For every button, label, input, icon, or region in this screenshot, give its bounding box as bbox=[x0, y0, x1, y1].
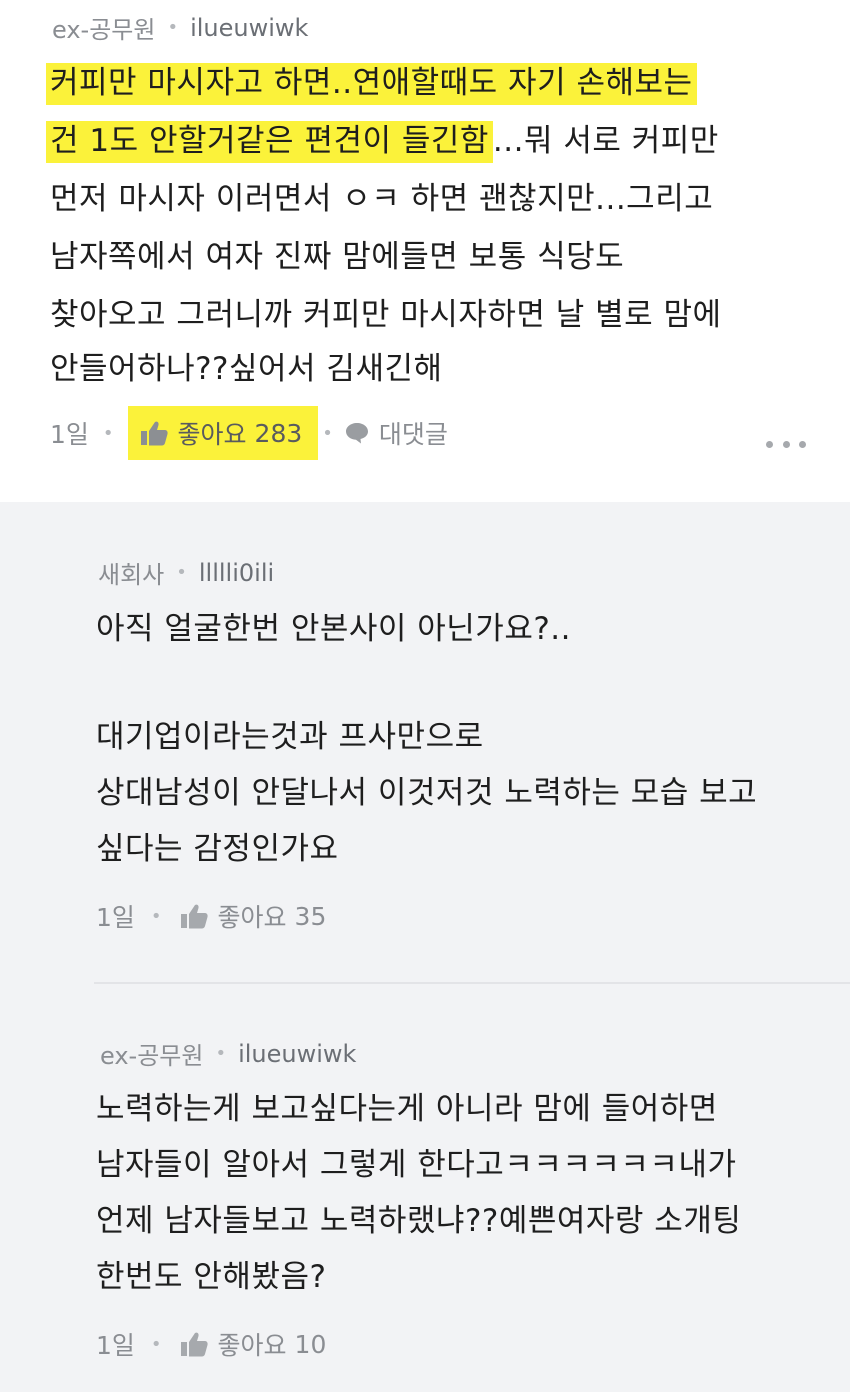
separator-dot: • bbox=[150, 1333, 162, 1355]
like-count: 35 bbox=[294, 901, 327, 931]
comment-text-line: 커피만 마시자고 하면..연애할때도 자기 손해보는 bbox=[46, 54, 697, 112]
like-button[interactable]: 좋아요 10 bbox=[180, 1326, 327, 1362]
reply-time: 1일 bbox=[96, 1331, 135, 1360]
thumbs-up-icon bbox=[180, 1332, 208, 1357]
reply-divider bbox=[94, 982, 850, 984]
author-name[interactable]: llllli0ili bbox=[199, 559, 274, 587]
comment-text-line: 남자쪽에서 여자 진짜 맘에들면 보통 식당도 bbox=[50, 239, 625, 275]
highlighted-text: 건 1도 안할거같은 편견이 들긴함 bbox=[46, 121, 493, 163]
separator-dot: • bbox=[150, 905, 162, 927]
reply-text-line: 남자들이 알아서 그렇게 한다고ㅋㅋㅋㅋㅋㅋ내가 bbox=[96, 1147, 737, 1183]
like-label: 좋아요 bbox=[217, 1331, 287, 1360]
dot bbox=[799, 440, 806, 448]
author-company: 새회사 bbox=[98, 561, 165, 589]
like-button[interactable]: 좋아요 35 bbox=[180, 898, 327, 934]
reply-text-line: 대기업이라는것과 프사만으로 bbox=[96, 719, 484, 755]
reply-text-line: 언제 남자들보고 노력하랬냐??예쁜여자랑 소개팅 bbox=[96, 1203, 742, 1239]
dot bbox=[766, 440, 773, 448]
more-dots-icon[interactable] bbox=[766, 436, 806, 452]
reply-time: 1일 bbox=[96, 903, 135, 932]
author-name[interactable]: ilueuwiwk bbox=[190, 14, 308, 42]
like-count: 10 bbox=[294, 1329, 327, 1359]
reply-label: 대댓글 bbox=[378, 420, 448, 449]
reply-text-line: 아직 얼굴한번 안본사이 아닌가요?.. bbox=[96, 611, 572, 647]
like-label: 좋아요 bbox=[177, 420, 247, 449]
separator-dot: • bbox=[167, 17, 179, 38]
separator-dot: • bbox=[176, 562, 187, 583]
reply-header: ex-공무원 • ilueuwiwk bbox=[100, 1036, 356, 1071]
separator-dot: • bbox=[215, 1043, 227, 1064]
author-company: ex-공무원 bbox=[100, 1042, 204, 1070]
comment-text-line: 건 1도 안할거같은 편견이 들긴함 ...뭐 서로 커피만 bbox=[46, 112, 719, 170]
reply-footer: 1일 • 좋아요 10 bbox=[96, 1326, 326, 1362]
reply-footer: 1일 • 좋아요 35 bbox=[96, 898, 326, 934]
comment-text-line: 먼저 마시자 이러면서 ㅇㅋ 하면 괜찮지만...그리고 bbox=[50, 181, 714, 217]
reply-text-line: 한번도 안해봤음? bbox=[96, 1259, 327, 1295]
comment-text: ...뭐 서로 커피만 bbox=[492, 123, 719, 159]
thumbs-up-icon bbox=[140, 421, 168, 446]
main-comment: ex-공무원 • ilueuwiwk 커피만 마시자고 하면..연애할때도 자기… bbox=[0, 0, 850, 502]
reply-header: 새회사 • llllli0ili bbox=[98, 555, 274, 590]
reply-text-line: 싶다는 감정인가요 bbox=[96, 831, 339, 867]
reply-button[interactable]: 대댓글 bbox=[345, 415, 448, 451]
author-name[interactable]: ilueuwiwk bbox=[238, 1040, 356, 1068]
reply-text-line: 상대남성이 안달나서 이것저것 노력하는 모습 보고 bbox=[96, 775, 758, 811]
like-count: 283 bbox=[254, 418, 303, 448]
thumbs-up-icon bbox=[180, 904, 208, 929]
comment-text-line: 안들어하나??싶어서 김새긴해 bbox=[50, 351, 443, 387]
separator-dot: • bbox=[102, 422, 114, 444]
like-button[interactable]: 좋아요 283 bbox=[127, 406, 319, 460]
comment-time: 1일 bbox=[50, 420, 89, 449]
comment-text-line: 찾아오고 그러니까 커피만 마시자하면 날 별로 맘에 bbox=[50, 297, 722, 333]
author-company: ex-공무원 bbox=[52, 16, 156, 44]
dot bbox=[782, 440, 790, 448]
reply-text-line: 노력하는게 보고싶다는게 아니라 맘에 들어하면 bbox=[96, 1091, 718, 1127]
speech-bubble-icon bbox=[345, 423, 368, 444]
comment-footer: 1일 • 좋아요 283 • 대댓글 bbox=[50, 406, 448, 460]
comment-header: ex-공무원 • ilueuwiwk bbox=[52, 10, 308, 45]
highlighted-text: 커피만 마시자고 하면..연애할때도 자기 손해보는 bbox=[46, 63, 697, 105]
like-label: 좋아요 bbox=[217, 903, 287, 932]
separator-dot: • bbox=[322, 422, 333, 444]
